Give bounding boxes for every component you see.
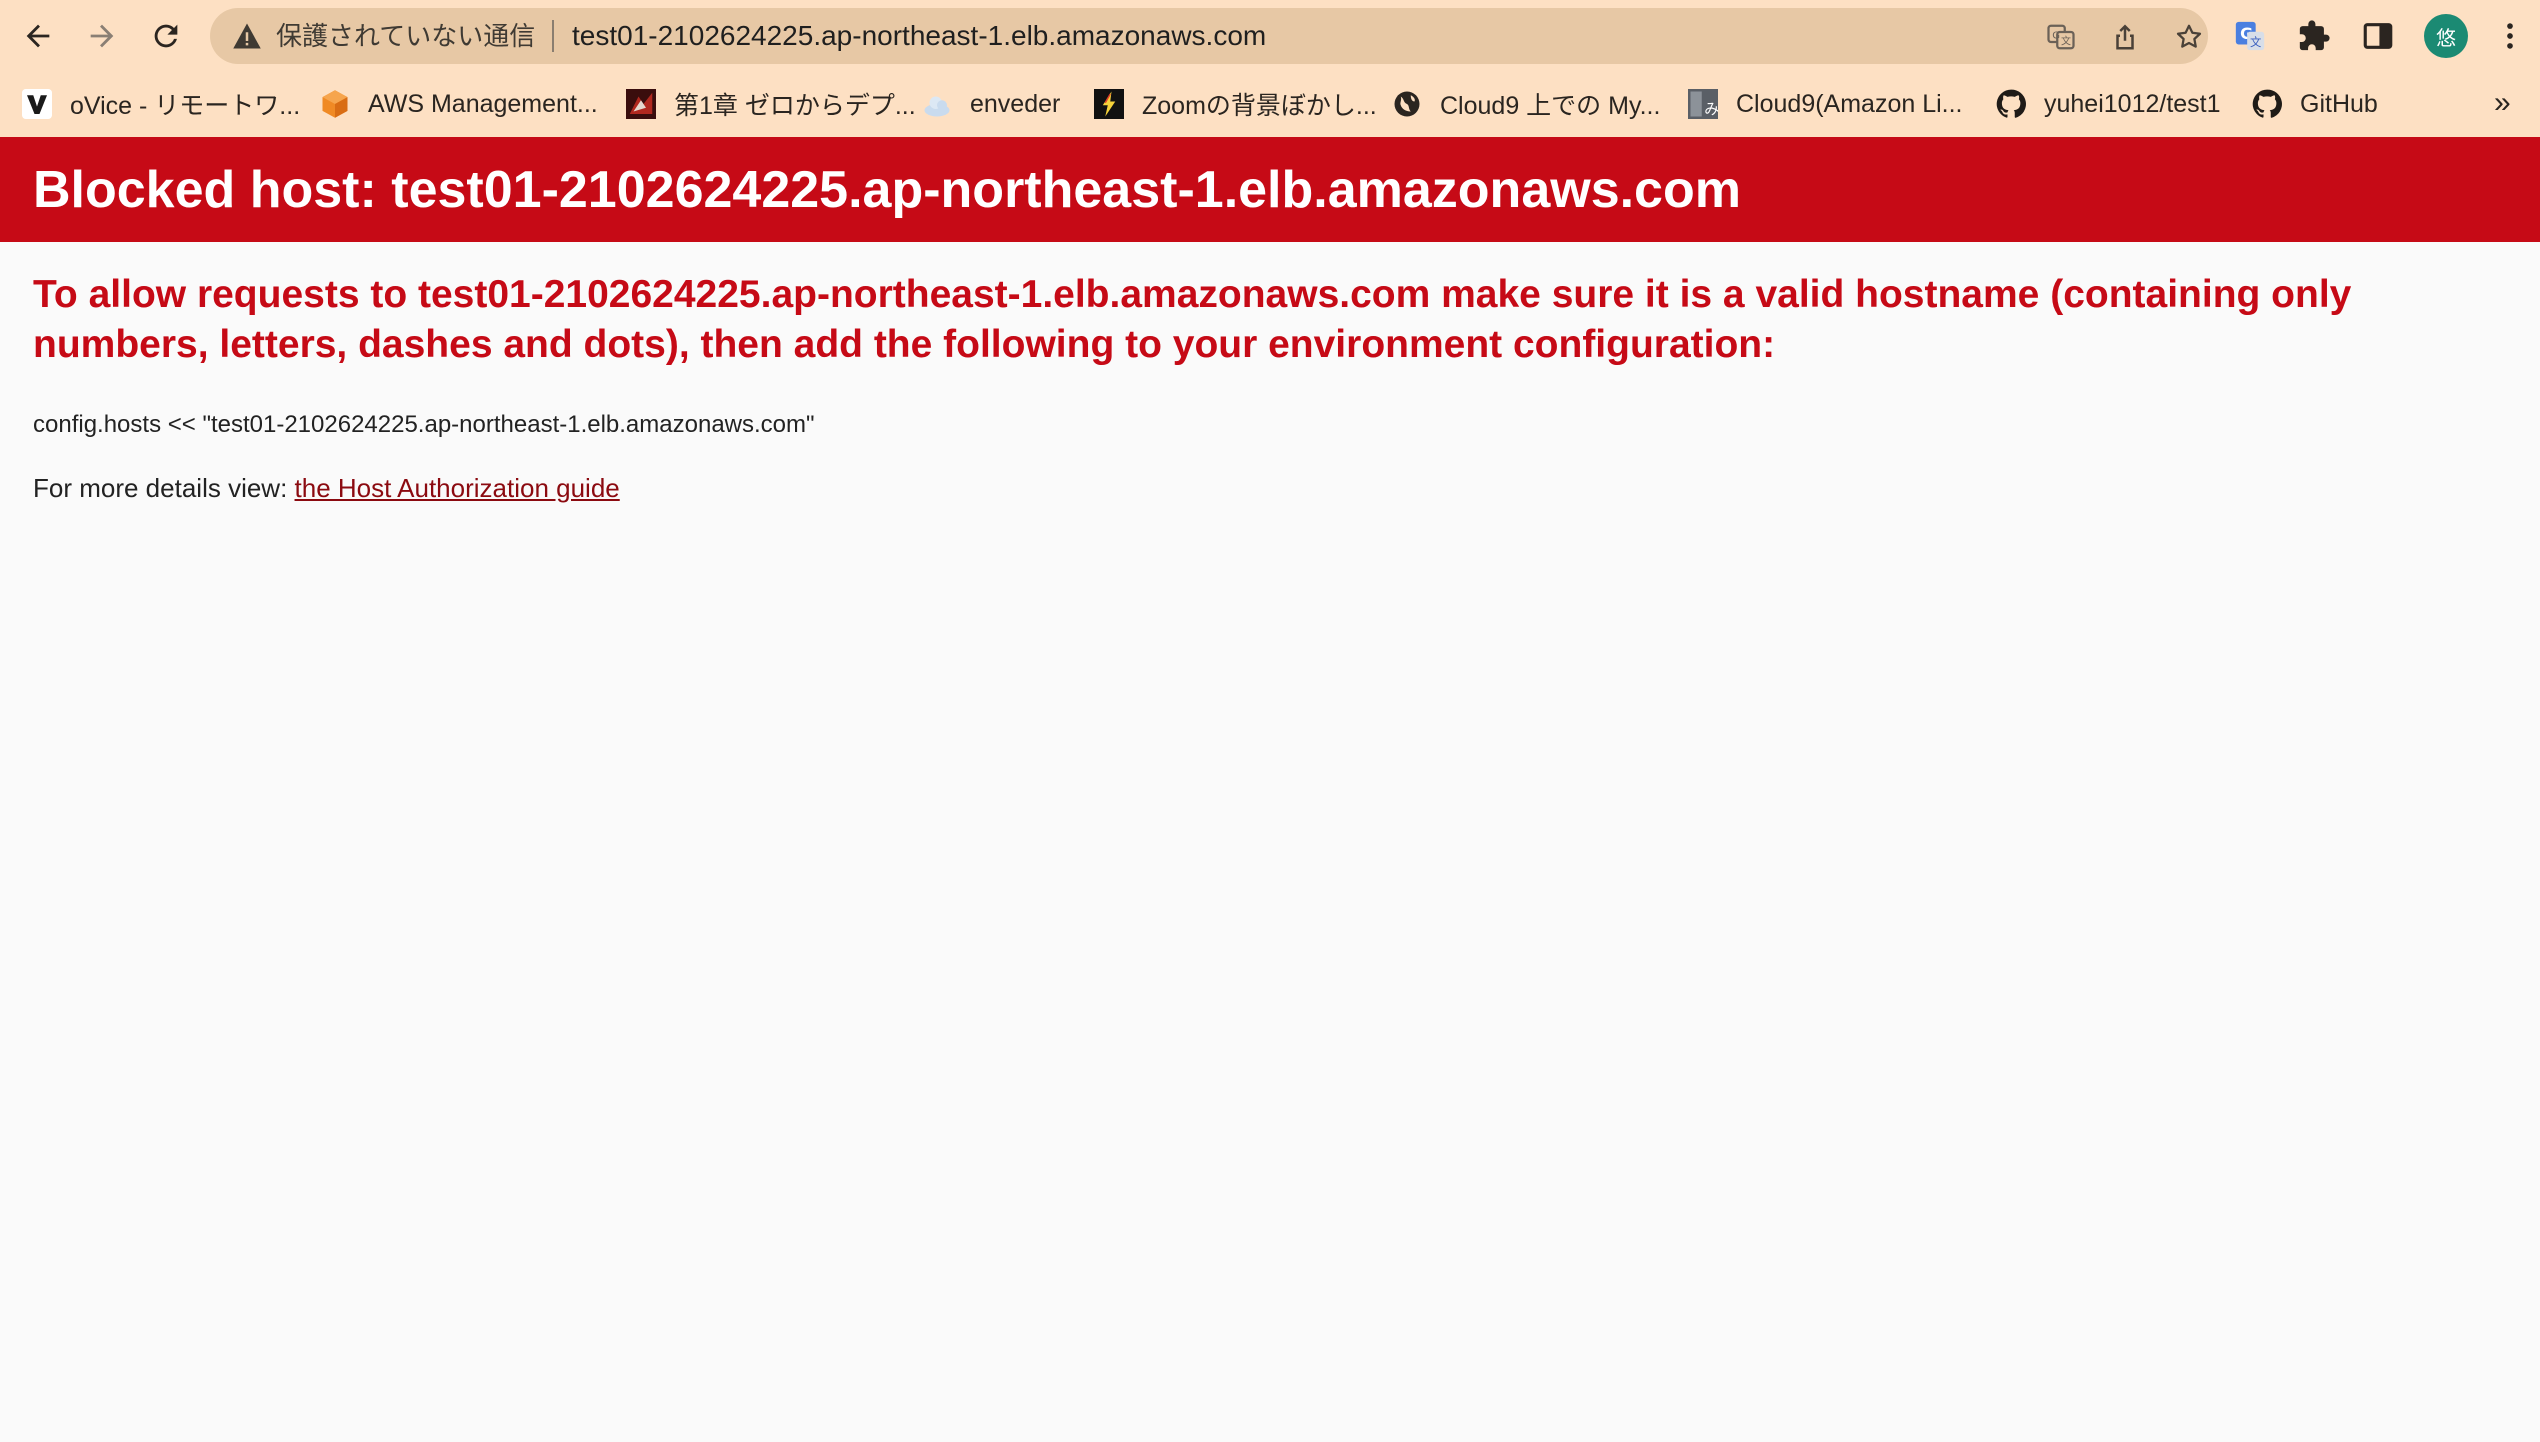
svg-text:文: 文 bbox=[2061, 35, 2071, 48]
bookmark-label: enveder bbox=[970, 89, 1061, 118]
bookmark-label: oVice - リモートワ... bbox=[70, 92, 301, 120]
translate-icon: G 文 bbox=[2047, 24, 2075, 50]
bookmark-chapter1[interactable]: 第1章 ゼロからデプ... bbox=[626, 80, 916, 128]
translate-button[interactable]: G 文 bbox=[2044, 20, 2078, 54]
arrow-right-icon bbox=[90, 24, 114, 48]
warning-icon[interactable] bbox=[232, 22, 262, 50]
address-divider bbox=[552, 20, 554, 52]
page-content: Blocked host: test01-2102624225.ap-north… bbox=[0, 137, 2540, 1442]
bookmark-label: GitHub bbox=[2300, 89, 2378, 118]
extensions-button[interactable] bbox=[2294, 16, 2334, 56]
bookmark-ovice[interactable]: oVice - リモートワ... bbox=[22, 80, 300, 128]
globe-icon bbox=[1392, 89, 1422, 119]
back-button[interactable] bbox=[14, 12, 62, 60]
bookmarks-overflow-button[interactable]: » bbox=[2494, 80, 2511, 128]
details-line: For more details view: the Host Authoriz… bbox=[33, 470, 620, 506]
browser-toolbar: 保護されていない通信 test01-2102624225.ap-northeas… bbox=[0, 0, 2540, 72]
book-thumbnail-icon bbox=[626, 89, 656, 119]
ovice-icon bbox=[22, 89, 52, 119]
share-icon bbox=[2116, 24, 2134, 50]
arrow-left-icon bbox=[26, 24, 50, 48]
error-subheading: To allow requests to test01-2102624225.a… bbox=[33, 273, 2352, 366]
browser-menu-button[interactable] bbox=[2490, 16, 2530, 56]
bookmark-star-button[interactable] bbox=[2172, 20, 2206, 54]
bookmark-label: yuhei1012/test1 bbox=[2044, 89, 2221, 118]
puzzle-icon bbox=[2299, 20, 2330, 51]
svg-text:文: 文 bbox=[2250, 35, 2261, 49]
profile-avatar[interactable]: 悠 bbox=[2424, 14, 2468, 58]
bookmark-zoom-blur[interactable]: Zoomの背景ぼかし... bbox=[1094, 80, 1377, 128]
lightning-icon bbox=[1094, 89, 1124, 119]
side-panel-icon bbox=[2363, 23, 2393, 49]
browser-chrome: 保護されていない通信 test01-2102624225.ap-northeas… bbox=[0, 0, 2540, 137]
bookmarks-bar: oVice - リモートワ... AWS Management... 第1章 ゼ… bbox=[0, 80, 2540, 128]
reload-icon bbox=[154, 24, 178, 48]
more-vertical-icon bbox=[2507, 23, 2513, 49]
page-thumbnail-icon: み bbox=[1688, 89, 1718, 119]
svg-text:み: み bbox=[1704, 100, 1718, 118]
bookmark-github[interactable]: GitHub bbox=[2252, 80, 2378, 128]
google-translate-icon: G 文 bbox=[2235, 21, 2265, 51]
bookmark-enveder[interactable]: enveder bbox=[922, 80, 1060, 128]
bookmark-label: Cloud9 上での My... bbox=[1440, 92, 1661, 120]
github-icon bbox=[1996, 89, 2026, 119]
reload-button[interactable] bbox=[142, 12, 190, 60]
google-translate-extension-button[interactable]: G 文 bbox=[2230, 16, 2270, 56]
bookmark-cloud9-my[interactable]: Cloud9 上での My... bbox=[1392, 80, 1660, 128]
page-title: Blocked host: test01-2102624225.ap-north… bbox=[33, 161, 1741, 219]
svg-text:G: G bbox=[2052, 30, 2060, 41]
host-authorization-guide-link[interactable]: the Host Authorization guide bbox=[295, 473, 620, 503]
bookmark-aws-management[interactable]: AWS Management... bbox=[320, 80, 598, 128]
security-status-label[interactable]: 保護されていない通信 bbox=[276, 8, 535, 64]
bookmark-label: Zoomの背景ぼかし... bbox=[1142, 92, 1377, 120]
star-icon bbox=[2176, 24, 2202, 48]
side-panel-button[interactable] bbox=[2358, 16, 2398, 56]
share-button[interactable] bbox=[2108, 20, 2142, 54]
aws-cube-icon bbox=[320, 89, 350, 119]
forward-button[interactable] bbox=[78, 12, 126, 60]
bookmark-label: Cloud9(Amazon Li... bbox=[1736, 89, 1963, 118]
details-prefix: For more details view: bbox=[33, 473, 295, 503]
bookmark-yuhei-test1[interactable]: yuhei1012/test1 bbox=[1996, 80, 2221, 128]
url-text[interactable]: test01-2102624225.ap-northeast-1.elb.ama… bbox=[572, 8, 1266, 64]
address-bar[interactable]: 保護されていない通信 test01-2102624225.ap-northeas… bbox=[210, 8, 2208, 64]
config-code-snippet: config.hosts << "test01-2102624225.ap-no… bbox=[33, 411, 815, 438]
bookmark-label: 第1章 ゼロからデプ... bbox=[674, 92, 916, 120]
bookmark-label: AWS Management... bbox=[368, 89, 598, 118]
github-icon bbox=[2252, 89, 2282, 119]
bookmark-cloud9-amazon-linux[interactable]: み Cloud9(Amazon Li... bbox=[1688, 80, 1963, 128]
cloud-icon bbox=[922, 89, 952, 119]
error-banner: Blocked host: test01-2102624225.ap-north… bbox=[0, 137, 2540, 242]
